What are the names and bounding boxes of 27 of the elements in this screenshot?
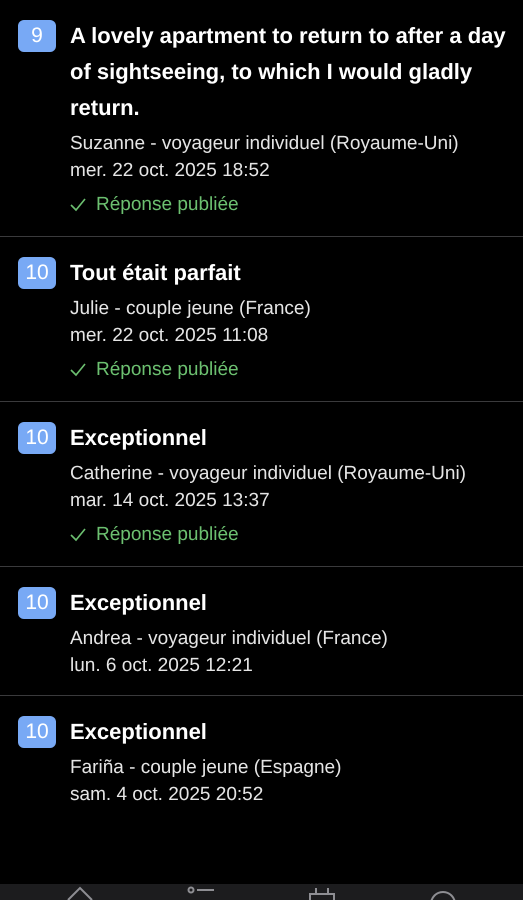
review-date: mer. 22 oct. 2025 18:52: [70, 159, 271, 183]
score-badge: 10: [18, 716, 56, 748]
score-badge: 9: [18, 20, 56, 52]
review-date: lun. 6 oct. 2025 12:21: [70, 654, 254, 678]
reviewer-info: Andrea - voyageur individuel (France): [70, 627, 388, 651]
home-icon[interactable]: [65, 884, 96, 900]
reviewer-info: Fariña - couple jeune (Espagne): [70, 756, 342, 780]
review-date: mer. 22 oct. 2025 11:08: [70, 324, 270, 348]
reviewer-info: Suzanne - voyageur individuel (Royaume-Uni): [70, 132, 460, 156]
review-title: A lovely apartment to return to after a day of sightseeing, to which I would gladly return.: [70, 22, 507, 122]
review-date: mar. 14 oct. 2025 13:37: [70, 489, 271, 513]
reply-status: Réponse publiée: [96, 358, 239, 382]
review-title: Exceptionnel: [70, 589, 208, 617]
reviewer-info: Catherine - voyageur individuel (Royaume-Uni): [70, 462, 466, 486]
review-title: Exceptionnel: [70, 718, 208, 746]
score-badge: 10: [18, 422, 56, 454]
review-title: Exceptionnel: [70, 424, 208, 452]
check-icon: [70, 528, 86, 542]
check-icon: [70, 363, 86, 377]
check-icon: [70, 198, 86, 212]
review-date: sam. 4 oct. 2025 20:52: [70, 783, 264, 807]
score-badge: 10: [18, 587, 56, 619]
reply-status: Réponse publiée: [96, 193, 239, 217]
score-badge: 10: [18, 257, 56, 289]
reply-status: Réponse publiée: [96, 523, 239, 547]
review-title: Tout était parfait: [70, 259, 242, 287]
reviewer-info: Julie - couple jeune (France): [70, 297, 311, 321]
